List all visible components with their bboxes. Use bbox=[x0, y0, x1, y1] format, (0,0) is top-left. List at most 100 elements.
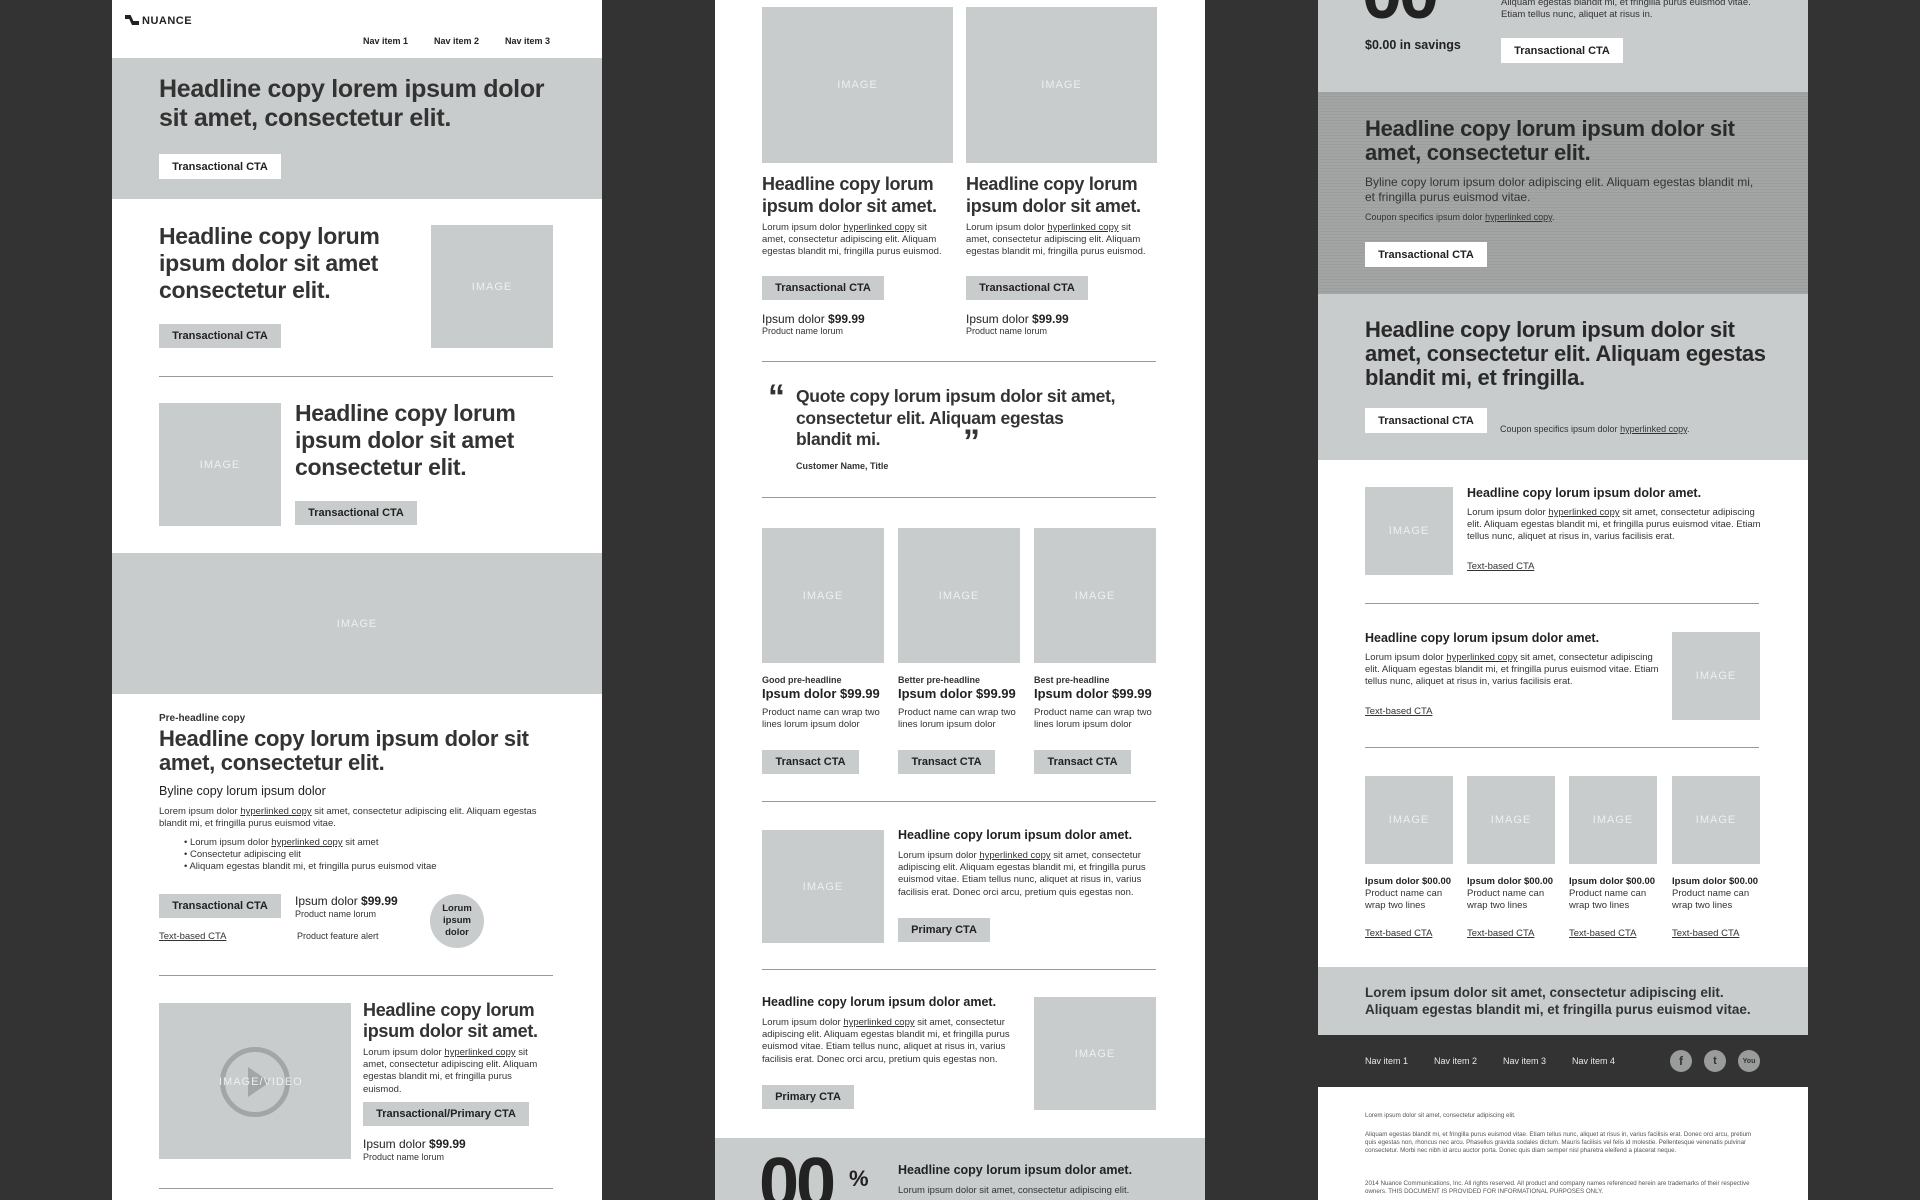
footer-nav-item-3[interactable]: Nav item 3 bbox=[1503, 1056, 1546, 1066]
feature2-body: Lorum ipsum dolor hyperlinked copy sit a… bbox=[762, 1017, 1010, 1065]
video-hyperlink[interactable]: hyperlinked copy bbox=[444, 1047, 515, 1058]
grid-cta-2[interactable]: Text-based CTA bbox=[1467, 928, 1534, 939]
block1-headline: Headline copy lorum ipsum dolor sit amet… bbox=[159, 223, 380, 303]
product1-cta-button[interactable]: Transactional CTA bbox=[762, 276, 884, 300]
block2-headline: Headline copy lorum ipsum dolor sit amet… bbox=[295, 400, 516, 480]
product2-hyperlink[interactable]: hyperlinked copy bbox=[1047, 222, 1118, 233]
email-column-1: NUANCE Nav item 1 Nav item 2 Nav item 3 … bbox=[112, 0, 602, 1200]
twitter-icon[interactable]: t bbox=[1704, 1050, 1726, 1072]
product1-headline: Headline copy lorum ipsum dolor sit amet… bbox=[762, 174, 937, 216]
coupon2-hyperlink[interactable]: hyperlinked copy bbox=[1620, 424, 1687, 434]
video-headline: Headline copy lorum ipsum dolor sit amet… bbox=[363, 1000, 538, 1041]
row1-headline: Headline copy lorum ipsum dolor amet. bbox=[1467, 486, 1702, 500]
hero-cta-button[interactable]: Transactional CTA bbox=[159, 154, 281, 179]
footer-nav-item-1[interactable]: Nav item 1 bbox=[1365, 1056, 1408, 1066]
feature1-headline: Headline copy lorum ipsum dolor amet. bbox=[898, 828, 1133, 842]
nav-item-1[interactable]: Nav item 1 bbox=[363, 36, 408, 46]
video-image[interactable]: IMAGE/VIDEO bbox=[159, 1003, 351, 1159]
tier-image-better: IMAGE bbox=[898, 528, 1020, 663]
article-product-name: Product name lorum bbox=[295, 909, 377, 919]
row2-body: Lorum ipsum dolor hyperlinked copy sit a… bbox=[1365, 652, 1659, 688]
product2-price-line: Ipsum dolor $99.99 bbox=[966, 312, 1069, 326]
row2-headline: Headline copy lorum ipsum dolor amet. bbox=[1365, 631, 1600, 645]
open-quote-icon: “ bbox=[768, 378, 785, 416]
product2-name: Product name lorum bbox=[966, 326, 1048, 336]
product-image-2: IMAGE bbox=[966, 7, 1157, 163]
row2-hyperlink[interactable]: hyperlinked copy bbox=[1446, 652, 1517, 663]
grid-cta-1[interactable]: Text-based CTA bbox=[1365, 928, 1432, 939]
hero-headline: Headline copy lorem ipsum dolor sit amet… bbox=[159, 75, 545, 132]
article-hyperlink[interactable]: hyperlinked copy bbox=[240, 806, 311, 817]
savings-big-number: 00 bbox=[1362, 0, 1439, 30]
bullet-3: • Aliquam egestas blandit mi, et fringil… bbox=[184, 861, 437, 873]
row1-hyperlink[interactable]: hyperlinked copy bbox=[1548, 507, 1619, 518]
video-product-name: Product name lorum bbox=[363, 1152, 445, 1162]
article-body: Lorem ipsum dolor hyperlinked copy sit a… bbox=[159, 806, 537, 830]
video-price: $99.99 bbox=[429, 1137, 466, 1151]
divider bbox=[159, 1188, 553, 1189]
grid-name-1: Product name can wrap two lines bbox=[1365, 888, 1443, 912]
quote-text: Quote copy lorum ipsum dolor sit amet, c… bbox=[796, 386, 1116, 449]
savings-body-b: Etiam tellus nunc, aliquet at risus in. bbox=[1501, 9, 1653, 20]
video-cta-button[interactable]: Transactional/Primary CTA bbox=[363, 1102, 529, 1126]
product1-name: Product name lorum bbox=[762, 326, 844, 336]
grid-name-4: Product name can wrap two lines bbox=[1672, 888, 1750, 912]
feature1-image: IMAGE bbox=[762, 830, 884, 943]
block2-cta-button[interactable]: Transactional CTA bbox=[295, 501, 417, 525]
feature1-cta-button[interactable]: Primary CTA bbox=[898, 918, 990, 942]
row1-text-cta[interactable]: Text-based CTA bbox=[1467, 561, 1534, 572]
feature2-hyperlink[interactable]: hyperlinked copy bbox=[843, 1017, 914, 1028]
legal-copyright: 2014 Nuance Communications, Inc. All rig… bbox=[1365, 1180, 1750, 1195]
facebook-icon[interactable]: f bbox=[1670, 1050, 1692, 1072]
grid-image-1: IMAGE bbox=[1365, 776, 1453, 864]
savings-cta-button[interactable]: Transactional CTA bbox=[1501, 38, 1623, 63]
tier-best-pre: Best pre-headline bbox=[1034, 675, 1110, 685]
nav-item-3[interactable]: Nav item 3 bbox=[505, 36, 550, 46]
video-price-line: Ipsum dolor $99.99 bbox=[363, 1137, 466, 1151]
divider bbox=[762, 497, 1156, 498]
grid-name-2: Product name can wrap two lines bbox=[1467, 888, 1545, 912]
product2-cta-button[interactable]: Transactional CTA bbox=[966, 276, 1088, 300]
grid-price-1: Ipsum dolor $00.00 bbox=[1365, 876, 1452, 887]
coupon1-byline: Byline copy lorum ipsum dolor adipiscing… bbox=[1365, 175, 1754, 204]
feature1-body: Lorum ipsum dolor hyperlinked copy sit a… bbox=[898, 850, 1146, 898]
feature2-cta-button[interactable]: Primary CTA bbox=[762, 1085, 854, 1109]
coupon2-cta-button[interactable]: Transactional CTA bbox=[1365, 408, 1487, 433]
block2-image: IMAGE bbox=[159, 403, 281, 526]
tier-best-desc: Product name can wrap two lines lorum ip… bbox=[1034, 707, 1152, 731]
row1-body: Lorum ipsum dolor hyperlinked copy sit a… bbox=[1467, 507, 1761, 543]
promo-big-number: 00 bbox=[759, 1144, 836, 1200]
footer-nav-item-4[interactable]: Nav item 4 bbox=[1572, 1056, 1615, 1066]
row2-text-cta[interactable]: Text-based CTA bbox=[1365, 706, 1432, 717]
quote-attribution: Customer Name, Title bbox=[796, 461, 889, 471]
divider bbox=[159, 975, 553, 976]
product1-hyperlink[interactable]: hyperlinked copy bbox=[843, 222, 914, 233]
tier-better-cta-button[interactable]: Transact CTA bbox=[898, 750, 995, 774]
block1-cta-button[interactable]: Transactional CTA bbox=[159, 324, 281, 348]
promo-percent-sign: % bbox=[849, 1166, 869, 1191]
article-headline: Headline copy lorum ipsum dolor sit amet… bbox=[159, 726, 529, 775]
article-text-cta[interactable]: Text-based CTA bbox=[159, 931, 226, 942]
badge-circle: Lorum ipsum dolor bbox=[430, 894, 484, 948]
youtube-icon[interactable]: You bbox=[1738, 1050, 1760, 1072]
article-cta-button[interactable]: Transactional CTA bbox=[159, 894, 281, 918]
coupon2-headline: Headline copy lorum ipsum dolor sit amet… bbox=[1365, 317, 1766, 390]
product-feature-alert: Product feature alert bbox=[297, 931, 379, 941]
coupon1-cta-button[interactable]: Transactional CTA bbox=[1365, 242, 1487, 267]
footer-nav-item-2[interactable]: Nav item 2 bbox=[1434, 1056, 1477, 1066]
coupon1-hyperlink[interactable]: hyperlinked copy bbox=[1485, 212, 1552, 222]
divider bbox=[762, 969, 1156, 970]
coupon1-specifics: Coupon specifics ipsum dolor hyperlinked… bbox=[1365, 212, 1555, 222]
divider bbox=[159, 376, 553, 377]
nav-item-2[interactable]: Nav item 2 bbox=[434, 36, 479, 46]
tier-best-cta-button[interactable]: Transact CTA bbox=[1034, 750, 1131, 774]
tier-good-cta-button[interactable]: Transact CTA bbox=[762, 750, 859, 774]
banner-image: IMAGE bbox=[112, 553, 602, 694]
grid-cta-3[interactable]: Text-based CTA bbox=[1569, 928, 1636, 939]
tier-better-price: Ipsum dolor $99.99 bbox=[898, 686, 1016, 701]
feature1-hyperlink[interactable]: hyperlinked copy bbox=[979, 850, 1050, 861]
grid-cta-4[interactable]: Text-based CTA bbox=[1672, 928, 1739, 939]
tier-best-price: Ipsum dolor $99.99 bbox=[1034, 686, 1152, 701]
divider bbox=[762, 801, 1156, 802]
bullet-hyperlink[interactable]: hyperlinked copy bbox=[271, 837, 342, 848]
